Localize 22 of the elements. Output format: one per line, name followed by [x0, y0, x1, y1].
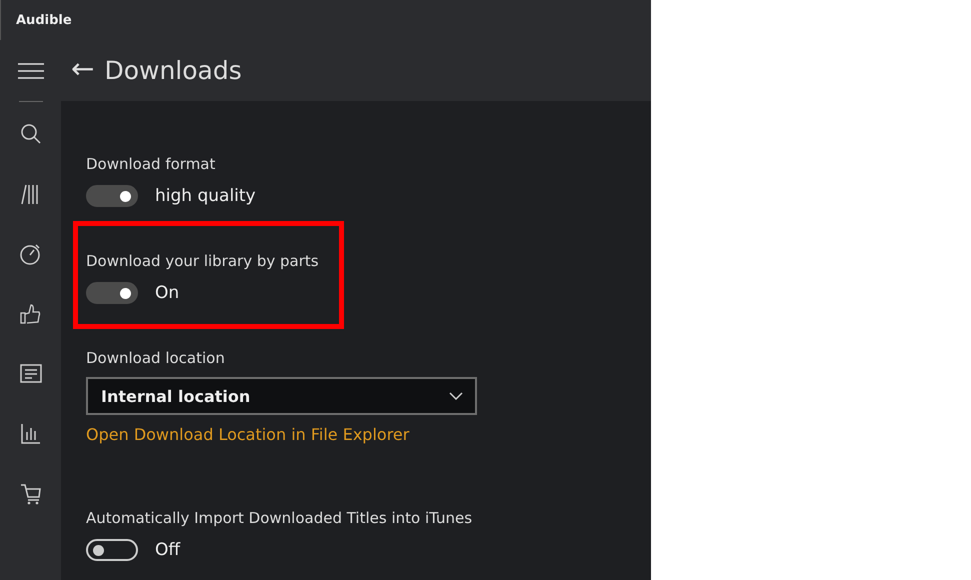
stopwatch-icon[interactable]	[18, 242, 42, 266]
location-dropdown[interactable]: Internal location	[86, 377, 477, 415]
setting-label: Download your library by parts	[86, 252, 320, 270]
app-title: Audible	[16, 12, 72, 28]
setting-label: Download format	[86, 155, 216, 173]
toggle-switch[interactable]	[86, 185, 138, 207]
page-title: Downloads	[104, 56, 242, 85]
bar-chart-icon[interactable]	[18, 422, 42, 446]
back-button[interactable]: ←	[61, 52, 104, 89]
document-icon[interactable]	[18, 362, 42, 386]
thumbs-up-icon[interactable]	[18, 302, 42, 326]
search-icon[interactable]	[18, 122, 42, 146]
menu-icon	[18, 62, 44, 78]
toggle-state: On	[155, 283, 180, 303]
open-location-link[interactable]: Open Download Location in File Explorer	[86, 425, 410, 444]
toggle-switch[interactable]	[86, 282, 138, 304]
toggle-state: high quality	[155, 186, 256, 206]
chevron-down-icon	[449, 392, 463, 400]
toggle-state: Off	[155, 540, 180, 560]
setting-label: Download location	[86, 349, 226, 367]
setting-label: Automatically Import Downloaded Titles into iTunes	[86, 509, 474, 527]
cart-icon[interactable]	[18, 482, 42, 506]
